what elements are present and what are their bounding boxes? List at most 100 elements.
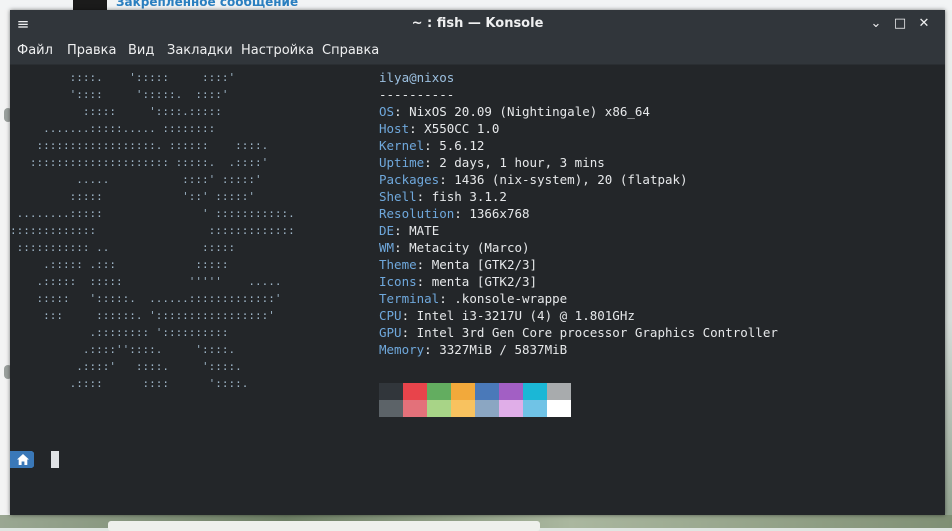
home-icon [17,454,29,465]
info-key-separator: : [424,342,440,357]
info-key-separator: : [394,240,410,255]
desktop-left-strip [0,10,12,515]
info-key-separator: : [416,257,432,272]
palette-row-normal [379,383,571,400]
info-key-separator: : [416,274,432,289]
menu-settings[interactable]: Настройка [241,43,314,58]
info-value: 1436 (nix-system), 20 (flatpak) [454,172,688,187]
text-cursor [51,451,59,468]
info-value: X550CC 1.0 [424,121,500,136]
palette-swatch-normal-6 [523,383,547,400]
info-key: Kernel [379,138,425,153]
palette-swatch-bright-1 [403,400,427,417]
info-line-memory: Memory: 3327MiB / 5837MiB [379,341,939,358]
palette-swatch-bright-7 [547,400,571,417]
info-key: Shell [379,189,417,204]
pinned-message-label: Закрепленное сообщение [116,0,299,9]
info-value: Menta [GTK2/3] [431,257,538,272]
info-key: OS [379,104,395,119]
info-key: WM [379,240,395,255]
menu-bookmarks[interactable]: Закладки [167,43,233,58]
info-value: 3327MiB / 5837MiB [439,342,568,357]
info-key-separator: : [401,308,417,323]
menu-file[interactable]: Файл [17,43,53,58]
user-host-line: ilya@nixos [379,69,939,86]
background-message-input [108,521,540,531]
background-app-thumbnail [73,0,107,10]
info-value: MATE [409,223,440,238]
palette-swatch-normal-7 [547,383,571,400]
palette-swatch-normal-1 [403,383,427,400]
palette-swatch-normal-2 [427,383,451,400]
username: ilya [379,70,410,85]
palette-swatch-bright-4 [475,400,499,417]
info-value: menta [GTK2/3] [431,274,538,289]
info-key-separator: : [454,206,470,221]
info-key: Terminal [379,291,440,306]
info-key: Uptime [379,155,425,170]
info-line-icons: Icons: menta [GTK2/3] [379,273,939,290]
info-key-separator: : [401,325,417,340]
info-key-separator: : [409,121,425,136]
info-line-packages: Packages: 1436 (nix-system), 20 (flatpak… [379,171,939,188]
info-value: Metacity (Marco) [409,240,530,255]
palette-swatch-bright-0 [379,400,403,417]
at-sign: @ [409,70,417,85]
info-key-separator: : [424,138,440,153]
maximize-button[interactable]: □ [891,15,909,33]
palette-swatch-bright-6 [523,400,547,417]
info-value: 2 days, 1 hour, 3 mins [439,155,605,170]
info-value: fish 3.1.2 [431,189,507,204]
info-line-kernel: Kernel: 5.6.12 [379,137,939,154]
menubar: Файл Правка Вид Закладки Настройка Справ… [10,40,945,65]
palette-swatch-normal-5 [499,383,523,400]
info-value: NixOS 20.09 (Nightingale) x86_64 [409,104,650,119]
info-key: Theme [379,257,417,272]
palette-swatch-bright-3 [451,400,475,417]
konsole-window[interactable]: ≡ ~ : fish — Konsole ⌄ □ ✕ Файл Правка В… [10,10,945,515]
titlebar[interactable]: ≡ ~ : fish — Konsole ⌄ □ ✕ [10,10,945,40]
info-line-terminal: Terminal: .konsole-wrappe [379,290,939,307]
info-value: Intel 3rd Gen Core processor Graphics Co… [416,325,778,340]
minimize-button[interactable]: ⌄ [867,15,885,33]
neofetch-info: ilya@nixos ---------- OS: NixOS 20.09 (N… [379,69,939,358]
info-line-theme: Theme: Menta [GTK2/3] [379,256,939,273]
info-value: 5.6.12 [439,138,485,153]
info-key-separator: : [416,189,432,204]
info-value: 1366x768 [469,206,530,221]
info-line-uptime: Uptime: 2 days, 1 hour, 3 mins [379,154,939,171]
menu-view[interactable]: Вид [128,43,154,58]
separator-line: ---------- [379,87,455,102]
info-value: .konsole-wrappe [454,291,568,306]
info-key: Packages [379,172,440,187]
info-key-separator: : [394,104,410,119]
desktop-right-strip [945,10,952,528]
palette-swatch-bright-2 [427,400,451,417]
info-key-separator: : [439,172,455,187]
terminal-area[interactable]: ::::. '::::: ::::' ':::: ':::::. ::::' :… [10,65,945,515]
info-key: Host [379,121,410,136]
info-line-gpu: GPU: Intel 3rd Gen Core processor Graphi… [379,324,939,341]
info-line-shell: Shell: fish 3.1.2 [379,188,939,205]
nixos-ascii-logo: ::::. '::::: ::::' ':::: ':::::. ::::' :… [10,71,295,390]
close-button[interactable]: ✕ [915,15,933,33]
info-key-separator: : [394,223,410,238]
info-key: Icons [379,274,417,289]
info-line-host: Host: X550CC 1.0 [379,120,939,137]
info-line-cpu: CPU: Intel i3-3217U (4) @ 1.801GHz [379,307,939,324]
palette-swatch-normal-3 [451,383,475,400]
info-line-de: DE: MATE [379,222,939,239]
info-key-separator: : [424,155,440,170]
menu-help[interactable]: Справка [322,43,379,58]
palette-swatch-bright-5 [499,400,523,417]
info-key: DE [379,223,395,238]
info-key: Memory [379,342,425,357]
info-value: Intel i3-3217U (4) @ 1.801GHz [416,308,635,323]
fish-prompt [10,451,42,468]
menu-edit[interactable]: Правка [67,43,116,58]
info-key: Resolution [379,206,455,221]
info-fields: OS: NixOS 20.09 (Nightingale) x86_64 Host… [379,103,939,358]
palette-swatch-normal-4 [475,383,499,400]
window-title: ~ : fish — Konsole [411,16,544,31]
info-line-os: OS: NixOS 20.09 (Nightingale) x86_64 [379,103,939,120]
